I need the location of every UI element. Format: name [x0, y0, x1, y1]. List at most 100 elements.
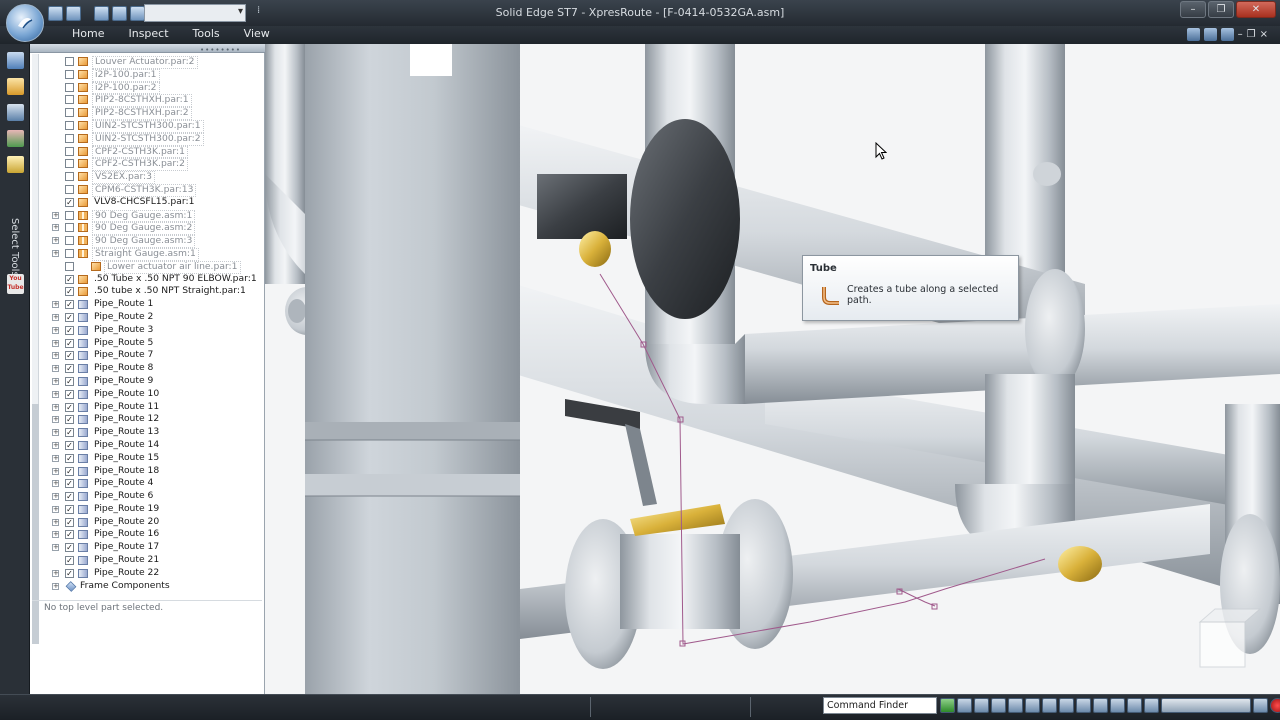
visibility-checkbox[interactable]	[65, 236, 74, 246]
expand-toggle-icon[interactable]: +	[52, 467, 59, 475]
redo-icon[interactable]	[130, 6, 145, 21]
visibility-checkbox[interactable]	[65, 184, 74, 194]
tree-item[interactable]: PIP2-8CSTHXH.par:2	[30, 106, 265, 120]
select-icon[interactable]	[94, 6, 109, 21]
tree-item[interactable]: +90 Deg Gauge.asm:3	[30, 234, 265, 248]
tab-tools[interactable]: Tools	[181, 26, 232, 44]
expand-toggle-icon[interactable]: +	[52, 313, 59, 321]
expand-toggle-icon[interactable]: +	[52, 339, 59, 347]
expand-toggle-icon[interactable]: +	[52, 480, 59, 488]
parts-library-icon[interactable]	[7, 78, 24, 95]
maximize-button[interactable]: ❐	[1208, 1, 1234, 18]
visibility-checkbox[interactable]	[65, 57, 74, 66]
visibility-checkbox[interactable]: ✓	[65, 479, 74, 489]
pan-icon[interactable]	[1008, 698, 1023, 713]
visibility-checkbox[interactable]: ✓	[65, 389, 74, 399]
minimize-button[interactable]: –	[1180, 1, 1206, 18]
tree-item[interactable]: ✓ .50 tube x .50 NPT Straight.par:1	[30, 285, 265, 298]
visibility-checkbox[interactable]: ✓	[65, 466, 74, 476]
visibility-checkbox[interactable]: ✓	[65, 376, 74, 386]
visibility-checkbox[interactable]: ✓	[65, 415, 74, 425]
tree-item[interactable]: + ✓ Pipe_Route 8	[30, 362, 265, 375]
fit-icon[interactable]	[991, 698, 1006, 713]
tree-item[interactable]: + ✓ Pipe_Route 10	[30, 388, 265, 401]
expand-toggle-icon[interactable]: +	[52, 390, 59, 398]
tree-item[interactable]: + Straight Gauge.asm:1	[30, 247, 265, 261]
tree-item[interactable]: CPM6-CSTH3K.par:13	[30, 183, 265, 197]
expand-toggle-icon[interactable]: +	[52, 365, 59, 373]
assembly-3d-view[interactable]	[265, 44, 1280, 694]
shaded-icon[interactable]	[1076, 698, 1091, 713]
options-icon[interactable]	[1203, 28, 1217, 41]
visibility-checkbox[interactable]	[65, 69, 74, 79]
tree-item[interactable]: + ✓ Pipe_Route 4	[30, 477, 265, 490]
tree-item[interactable]: + ✓ Pipe_Route 18	[30, 465, 265, 478]
layout-icon[interactable]	[1220, 28, 1234, 41]
visibility-checkbox[interactable]: ✓	[65, 312, 74, 322]
expand-toggle-icon[interactable]: +	[52, 224, 59, 232]
expand-toggle-icon[interactable]: +	[52, 454, 59, 462]
graphics-window[interactable]	[265, 44, 1280, 694]
tree-item[interactable]: + ✓ Pipe_Route 17	[30, 541, 265, 554]
undo-icon[interactable]	[112, 6, 127, 21]
expand-toggle-icon[interactable]: +	[52, 211, 59, 219]
tree-item[interactable]: + ✓ Pipe_Route 3	[30, 324, 265, 337]
visibility-checkbox[interactable]	[65, 248, 74, 258]
visibility-checkbox[interactable]	[65, 108, 74, 118]
expand-toggle-icon[interactable]: +	[52, 441, 59, 449]
visibility-checkbox[interactable]: ✓	[65, 338, 74, 348]
visibility-checkbox[interactable]	[65, 82, 74, 92]
print-icon[interactable]	[66, 6, 81, 21]
tree-item[interactable]: VS2EX.par:3	[30, 170, 265, 184]
expand-toggle-icon[interactable]: +	[52, 493, 59, 501]
tree-item[interactable]: CPF2-CSTH3K.par:2	[30, 157, 265, 172]
visibility-checkbox[interactable]	[65, 210, 74, 220]
tree-item[interactable]: + ✓ Pipe_Route 12	[30, 413, 265, 426]
view-orientation-icon[interactable]	[1059, 698, 1074, 713]
select-tools-icon[interactable]	[7, 156, 24, 173]
tree-item[interactable]: i2P-100.par:2	[30, 81, 265, 95]
visibility-checkbox[interactable]	[65, 261, 74, 271]
visibility-checkbox[interactable]: ✓	[65, 351, 74, 361]
tree-item[interactable]: UIN2-STCSTH300.par:1	[30, 119, 265, 133]
tree-item[interactable]: + ✓ Pipe_Route 20	[30, 516, 265, 529]
expand-toggle-icon[interactable]: +	[52, 429, 59, 437]
pathfinder-tab-icon[interactable]	[7, 52, 24, 69]
application-button[interactable]	[6, 4, 44, 42]
tree-item[interactable]: + ✓ Pipe_Route 13	[30, 426, 265, 439]
tree-item[interactable]: ✓ Pipe_Route 21	[30, 554, 265, 567]
expand-toggle-icon[interactable]: +	[52, 403, 59, 411]
rotate-icon[interactable]	[1025, 698, 1040, 713]
visibility-checkbox[interactable]	[65, 146, 74, 156]
zoom-icon[interactable]	[974, 698, 989, 713]
visible-edges-icon[interactable]	[1093, 698, 1108, 713]
tab-view[interactable]: View	[232, 26, 282, 44]
visibility-checkbox[interactable]: ✓	[65, 440, 74, 450]
tree-item[interactable]: + ✓ Pipe_Route 15	[30, 452, 265, 465]
visibility-checkbox[interactable]: ✓	[65, 517, 74, 527]
visibility-checkbox[interactable]: ✓	[65, 504, 74, 514]
visibility-checkbox[interactable]	[65, 223, 74, 233]
expand-toggle-icon[interactable]: +	[52, 326, 59, 334]
expand-toggle-icon[interactable]: +	[52, 301, 59, 309]
tree-item[interactable]: +90 Deg Gauge.asm:1	[30, 209, 265, 223]
visibility-checkbox[interactable]: ✓	[65, 325, 74, 335]
splitter-grip-icon[interactable]: ••••••••	[200, 46, 241, 54]
quick-access-combo[interactable]	[144, 4, 246, 22]
help-icon[interactable]	[1186, 28, 1200, 41]
feature-library-icon[interactable]	[7, 130, 24, 147]
expand-toggle-icon[interactable]: +	[52, 582, 59, 590]
tab-inspect[interactable]: Inspect	[116, 26, 180, 44]
tree-item[interactable]: + ✓ Pipe_Route 6	[30, 490, 265, 503]
tree-item[interactable]: CPF2-CSTH3K.par:1	[30, 145, 265, 159]
tree-item[interactable]: PIP2-8CSTHXH.par:1	[30, 93, 265, 108]
zoom-slider[interactable]	[1161, 698, 1251, 713]
visibility-checkbox[interactable]	[65, 133, 74, 143]
expand-toggle-icon[interactable]: +	[52, 377, 59, 385]
tree-item[interactable]: + ✓ Pipe_Route 1	[30, 298, 265, 311]
expand-toggle-icon[interactable]: +	[52, 249, 59, 257]
section-view-icon[interactable]	[1127, 698, 1142, 713]
visibility-checkbox[interactable]: ✓	[65, 364, 74, 374]
tree-item[interactable]: + ✓ Pipe_Route 5	[30, 337, 265, 350]
sketch-view-icon[interactable]	[1110, 698, 1125, 713]
